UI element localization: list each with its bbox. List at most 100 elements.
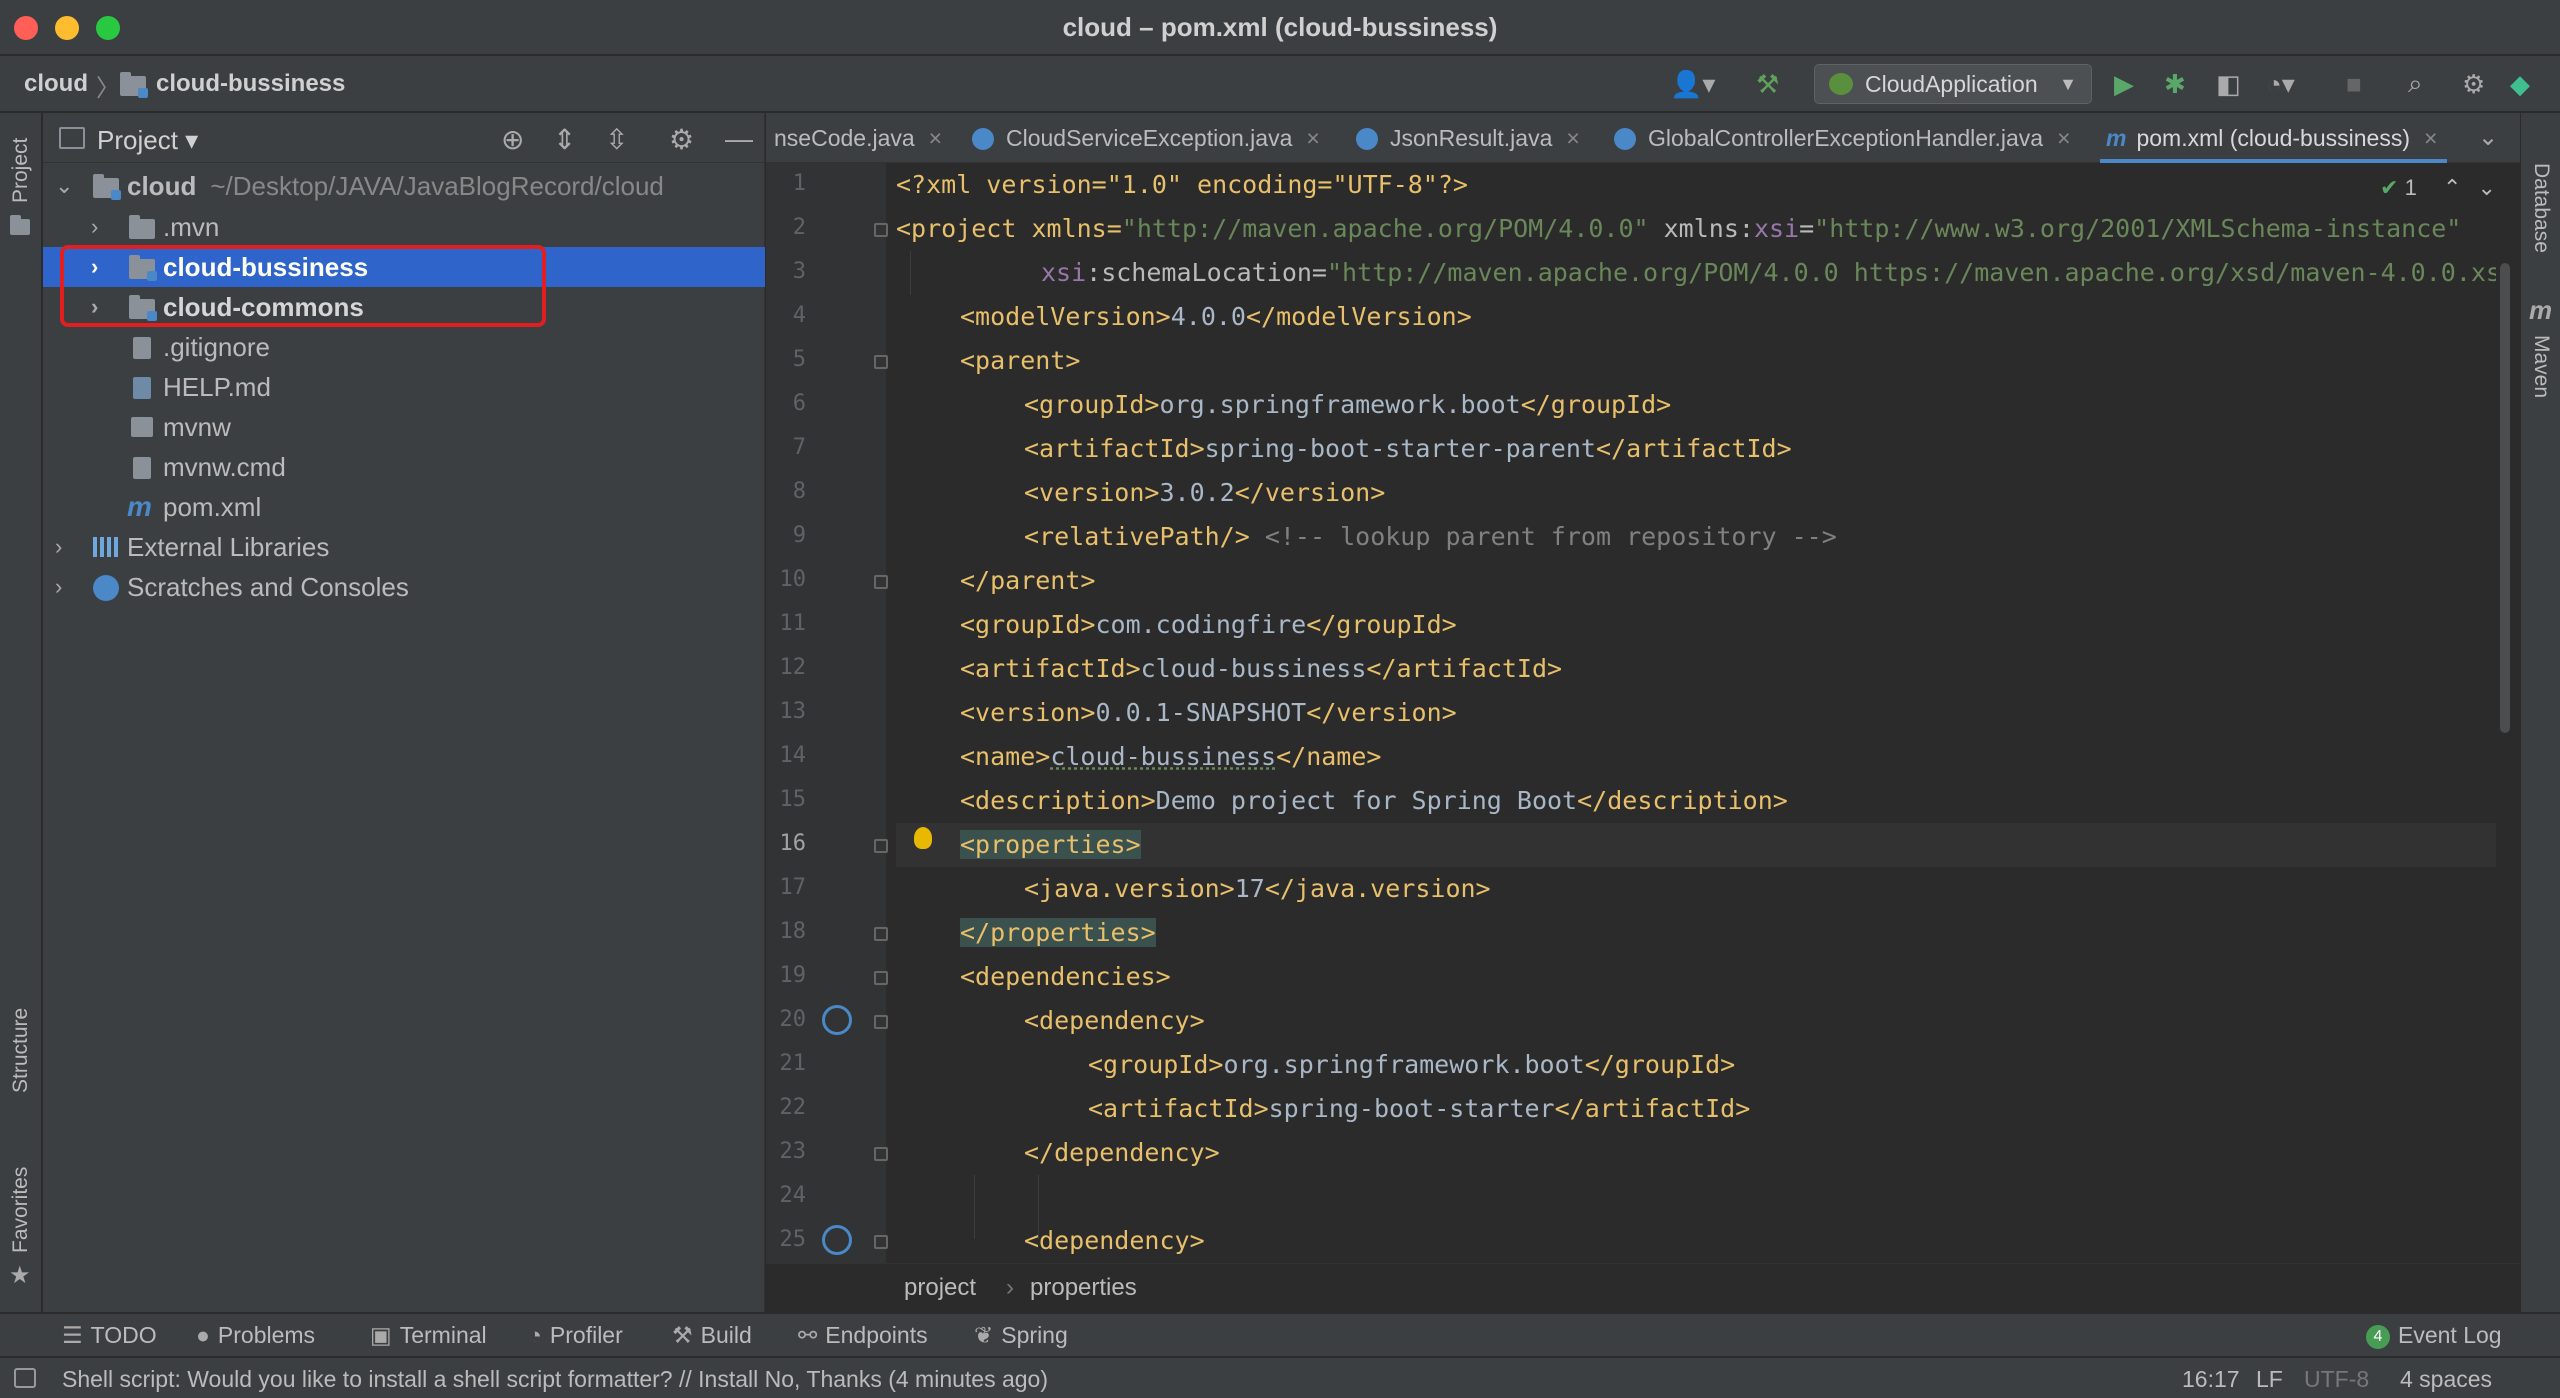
- file-encoding[interactable]: UTF-8: [2304, 1366, 2369, 1393]
- endpoints-tool-button[interactable]: ⚯ Endpoints: [798, 1322, 928, 1349]
- tree-item-root[interactable]: ⌄ cloud ~/Desktop/JAVA/JavaBlogRecord/clo…: [43, 166, 765, 206]
- close-icon[interactable]: ×: [1566, 125, 1579, 151]
- code-line: <artifactId>cloud-bussiness</artifactId>: [960, 654, 1563, 683]
- profiler-tool-button[interactable]: ◔ Profiler: [528, 1322, 623, 1349]
- window-title: cloud – pom.xml (cloud-bussiness): [1062, 12, 1498, 42]
- spring-tool-button[interactable]: ❦ Spring: [974, 1322, 1068, 1349]
- database-tool-tab[interactable]: Database: [2529, 163, 2553, 253]
- locate-file-icon[interactable]: ⊕: [501, 123, 524, 156]
- line-number: 22: [779, 1095, 807, 1120]
- search-icon[interactable]: ⌕: [2408, 68, 2423, 100]
- tool-windows-toggle-icon[interactable]: [14, 1368, 36, 1388]
- close-icon[interactable]: ×: [2424, 125, 2437, 151]
- breadcrumb-root[interactable]: cloud: [24, 70, 88, 98]
- chevron-right-icon[interactable]: ›: [55, 527, 62, 567]
- fold-marker-icon[interactable]: [874, 1147, 888, 1161]
- tab-cloud-service-exception[interactable]: CloudServiceException.java ×: [972, 113, 1320, 163]
- stop-icon[interactable]: ■: [2346, 68, 2362, 100]
- caret-position[interactable]: 16:17: [2182, 1366, 2240, 1393]
- line-separator[interactable]: LF: [2256, 1366, 2283, 1393]
- collapse-all-icon[interactable]: ⇳: [605, 123, 628, 156]
- project-tool-tab[interactable]: Project: [9, 138, 33, 203]
- gear-icon[interactable]: ⚙: [669, 123, 694, 156]
- run-configuration-select[interactable]: CloudApplication ▼: [1814, 64, 2092, 104]
- fold-marker-icon[interactable]: [874, 575, 888, 589]
- close-icon[interactable]: ×: [2057, 125, 2070, 151]
- code-line: </parent>: [960, 566, 1096, 595]
- line-number: 14: [779, 743, 807, 768]
- expand-all-icon[interactable]: ⇕: [553, 123, 576, 156]
- chevron-right-icon[interactable]: ›: [55, 567, 62, 607]
- fold-marker-icon[interactable]: [874, 355, 888, 369]
- right-tool-strip: Database m Maven: [2520, 113, 2560, 1312]
- tree-item-help-md[interactable]: HELP.md: [43, 367, 765, 407]
- fold-marker-icon[interactable]: [874, 839, 888, 853]
- line-number: 21: [779, 1051, 807, 1076]
- line-number: 19: [779, 963, 807, 988]
- editor-scrollbar[interactable]: [2500, 263, 2510, 733]
- editor-breadcrumb: project › properties: [766, 1263, 2520, 1312]
- gear-icon[interactable]: ⚙: [2462, 68, 2485, 100]
- intention-bulb-icon[interactable]: [914, 827, 932, 849]
- dependency-gutter-icon[interactable]: [822, 1225, 852, 1255]
- fold-marker-icon[interactable]: [874, 1015, 888, 1029]
- shell-script-icon: [131, 417, 153, 437]
- run-icon[interactable]: ▶: [2114, 68, 2134, 100]
- chevron-down-icon[interactable]: ⌄: [2478, 123, 2498, 152]
- tree-item-mvnw-cmd[interactable]: mvnw.cmd: [43, 447, 765, 487]
- fold-marker-icon[interactable]: [874, 927, 888, 941]
- hide-panel-icon[interactable]: —: [725, 123, 753, 155]
- editor: nseCode.java × CloudServiceException.java…: [766, 113, 2520, 1312]
- project-panel-header: Project ▾ ⊕ ⇕ ⇳ ⚙ —: [43, 113, 765, 163]
- debug-icon[interactable]: ✱: [2164, 68, 2186, 100]
- toolbox-icon[interactable]: ◆: [2510, 68, 2530, 100]
- editor-crumb-properties[interactable]: properties: [1030, 1274, 1137, 1302]
- red-annotation-box: [60, 245, 546, 327]
- inspection-widget[interactable]: ✔ 1 ⌃ ⌄: [2380, 175, 2496, 201]
- tree-item-scratches[interactable]: › Scratches and Consoles: [43, 567, 765, 607]
- favorites-tool-tab[interactable]: Favorites: [9, 1167, 33, 1253]
- terminal-tool-button[interactable]: ▣ Terminal: [370, 1322, 487, 1349]
- todo-tool-button[interactable]: ☰ TODO: [62, 1322, 157, 1349]
- event-log-tool-button[interactable]: 4 Event Log: [2366, 1322, 2502, 1349]
- build-hammer-icon[interactable]: ⚒: [1756, 68, 1779, 100]
- code-area[interactable]: <?xml version="1.0" encoding="UTF-8"?> <…: [896, 163, 2496, 1263]
- close-icon[interactable]: ×: [1306, 125, 1319, 151]
- close-icon[interactable]: ×: [929, 125, 942, 151]
- tree-item-pom-xml[interactable]: m pom.xml: [43, 487, 765, 527]
- fold-marker-icon[interactable]: [874, 971, 888, 985]
- info-icon: ●: [196, 1322, 210, 1348]
- indent-setting[interactable]: 4 spaces: [2400, 1366, 2492, 1393]
- code-line: </properties>: [960, 918, 1156, 947]
- tree-item-external-libraries[interactable]: › External Libraries: [43, 527, 765, 567]
- problems-tool-button[interactable]: ● Problems: [196, 1322, 315, 1349]
- event-count-badge: 4: [2366, 1325, 2390, 1349]
- coverage-icon[interactable]: ◧: [2216, 68, 2241, 100]
- profile-icon[interactable]: ◔▾: [2266, 68, 2295, 100]
- tab-global-controller-exception-handler[interactable]: GlobalControllerExceptionHandler.java ×: [1614, 113, 2071, 163]
- fold-marker-icon[interactable]: [874, 223, 888, 237]
- user-icon[interactable]: 👤▾: [1670, 68, 1715, 100]
- editor-crumb-project[interactable]: project: [904, 1274, 976, 1302]
- chevron-down-icon[interactable]: ⌄: [55, 166, 73, 206]
- dependency-gutter-icon[interactable]: [822, 1005, 852, 1035]
- structure-tool-tab[interactable]: Structure: [9, 1008, 33, 1093]
- line-number: 23: [779, 1139, 807, 1164]
- check-icon: ✔: [2380, 175, 2399, 200]
- code-line: <dependency>: [1024, 1226, 1205, 1255]
- project-view-select[interactable]: Project ▾: [97, 125, 198, 156]
- tree-item-mvnw[interactable]: mvnw: [43, 407, 765, 447]
- maven-tool-tab[interactable]: Maven: [2529, 335, 2553, 398]
- breadcrumb-module[interactable]: cloud-bussiness: [156, 70, 345, 98]
- fold-marker-icon[interactable]: [874, 1235, 888, 1249]
- tab-pom-xml[interactable]: m pom.xml (cloud-bussiness) ×: [2100, 113, 2448, 163]
- module-folder-icon: [93, 174, 121, 200]
- chevron-right-icon[interactable]: ›: [91, 207, 98, 247]
- tab-json-result[interactable]: JsonResult.java ×: [1356, 113, 1580, 163]
- status-message[interactable]: Shell script: Would you like to install …: [62, 1366, 1048, 1393]
- scratches-icon: [93, 575, 119, 601]
- tree-item-mvn[interactable]: › .mvn: [43, 207, 765, 247]
- tree-item-gitignore[interactable]: .gitignore: [43, 327, 765, 367]
- build-tool-button[interactable]: ⚒ Build: [672, 1322, 752, 1349]
- tab-response-code[interactable]: nseCode.java ×: [774, 113, 942, 163]
